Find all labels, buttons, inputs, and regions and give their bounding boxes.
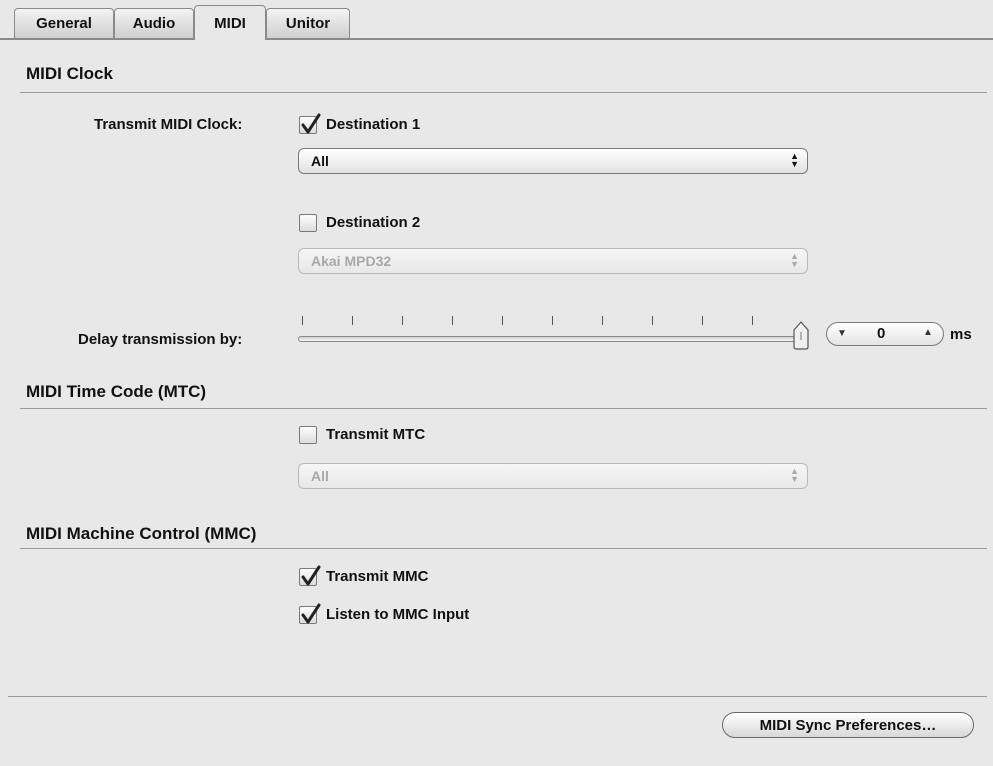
transmit-mmc-checkbox[interactable] <box>299 565 321 586</box>
destination1-checkbox[interactable] <box>299 113 321 134</box>
checkmark-icon <box>301 565 321 586</box>
updown-arrows-icon: ▲ ▼ <box>790 251 799 269</box>
transmit-mtc-checkbox[interactable] <box>299 426 317 444</box>
destination2-label: Destination 2 <box>326 214 421 231</box>
delay-slider[interactable] <box>298 316 818 356</box>
destination2-popup[interactable]: Akai MPD32 ▲ ▼ <box>298 248 808 274</box>
decrement-arrow-icon[interactable]: ▼ <box>837 328 847 339</box>
transmit-mmc-label: Transmit MMC <box>326 568 429 585</box>
tab-general[interactable]: General <box>14 8 114 38</box>
delay-value[interactable]: 0 <box>877 325 885 342</box>
destination2-checkbox[interactable] <box>299 214 317 232</box>
destination1-label: Destination 1 <box>326 116 421 133</box>
tab-bar: General Audio MIDI Unitor <box>0 0 993 44</box>
midi-sync-preferences-button[interactable]: MIDI Sync Preferences… <box>722 712 974 738</box>
updown-arrows-icon: ▲ ▼ <box>790 466 799 484</box>
increment-arrow-icon[interactable]: ▲ <box>923 327 933 338</box>
delay-transmission-label: Delay transmission by: <box>78 331 243 348</box>
slider-tick <box>402 316 403 325</box>
section-title-mtc: MIDI Time Code (MTC) <box>26 382 207 401</box>
delay-unit-label: ms <box>950 326 972 343</box>
slider-track <box>298 336 802 342</box>
destination1-popup[interactable]: All ▲ ▼ <box>298 148 808 174</box>
updown-arrows-icon: ▲ ▼ <box>790 151 799 169</box>
tab-midi[interactable]: MIDI <box>194 5 266 40</box>
tab-unitor[interactable]: Unitor <box>266 8 350 38</box>
slider-tick <box>602 316 603 325</box>
section-title-midi-clock: MIDI Clock <box>26 64 113 83</box>
transmit-midi-clock-label: Transmit MIDI Clock: <box>94 116 243 133</box>
slider-tick <box>302 316 303 325</box>
listen-mmc-checkbox[interactable] <box>299 603 321 624</box>
slider-tick <box>702 316 703 325</box>
slider-tick <box>652 316 653 325</box>
destination1-popup-value: All <box>311 153 329 169</box>
slider-tick <box>352 316 353 325</box>
slider-tick <box>552 316 553 325</box>
section-divider <box>20 92 987 93</box>
slider-tick <box>502 316 503 325</box>
footer-divider <box>8 696 987 697</box>
mtc-popup[interactable]: All ▲ ▼ <box>298 463 808 489</box>
slider-tick <box>752 316 753 325</box>
delay-stepper[interactable]: ▼ 0 ▲ <box>826 322 944 346</box>
section-divider <box>20 408 987 409</box>
tab-bar-divider <box>0 38 993 40</box>
slider-thumb[interactable] <box>792 320 810 350</box>
checkmark-icon <box>301 603 321 624</box>
transmit-mtc-label: Transmit MTC <box>326 426 426 443</box>
slider-tick <box>452 316 453 325</box>
listen-mmc-label: Listen to MMC Input <box>326 606 470 623</box>
destination2-popup-value: Akai MPD32 <box>311 253 392 269</box>
checkmark-icon <box>301 113 321 134</box>
tab-audio[interactable]: Audio <box>114 8 194 38</box>
section-divider <box>20 548 987 549</box>
section-title-mmc: MIDI Machine Control (MMC) <box>26 524 257 543</box>
mtc-popup-value: All <box>311 468 329 484</box>
